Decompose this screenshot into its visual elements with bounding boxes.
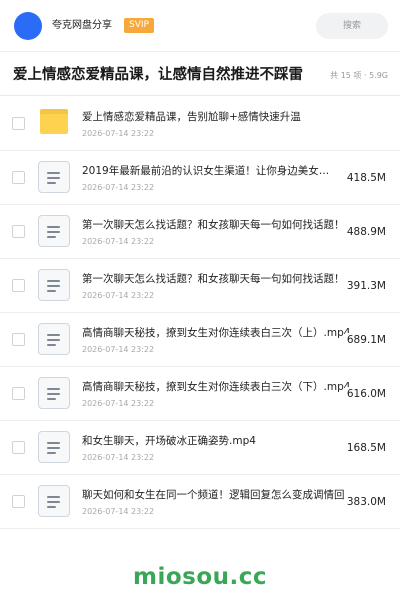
search-input[interactable]: 搜索: [316, 13, 388, 39]
file-size: 418.5M: [344, 171, 386, 185]
list-item[interactable]: 第一次聊天怎么找话题？和女孩聊天每一句如何找话题！ 2026-07-14 23:…: [0, 259, 400, 313]
select-checkbox[interactable]: [12, 495, 25, 508]
list-item[interactable]: 2026-07-14 23:22 2019年最新最前沿的认识女生渠道！让你身边美…: [0, 151, 400, 205]
file-size: 689.1M: [344, 333, 386, 347]
file-name: 2019年最新最前沿的认识女生渠道！让你身边美女…: [82, 165, 330, 177]
file-size: 391.3M: [344, 279, 386, 293]
document-icon: [38, 485, 70, 517]
share-meta: 共 15 项 · 5.9G: [330, 71, 388, 80]
file-size: 383.0M: [344, 495, 386, 509]
svip-badge: SVIP: [124, 18, 154, 33]
file-size: 616.0M: [344, 387, 386, 401]
file-name: 聊天如何和女生在同一个频道！逻辑回复怎么变成调情回…: [82, 489, 355, 501]
file-name: 爱上情感恋爱精品课，告别尬聊+感情快速升温: [82, 111, 301, 123]
file-name: 第一次聊天怎么找话题？和女孩聊天每一句如何找话题！: [82, 273, 345, 285]
document-icon: [38, 215, 70, 247]
file-date: 2026-07-14 23:22: [82, 129, 155, 138]
document-icon: [38, 161, 70, 193]
file-name: 高情商聊天秘技，撩到女生对你连续表白三次（上）.mp4: [82, 327, 351, 339]
sharer-name: 夸克网盘分享: [52, 20, 112, 31]
file-name: 第一次聊天怎么找话题？和女孩聊天每一句如何找话题！: [82, 219, 345, 231]
app-header: 夸克网盘分享 SVIP 搜索: [0, 0, 400, 52]
list-item[interactable]: 爱上情感恋爱精品课，告别尬聊+感情快速升温 2026-07-14 23:22: [0, 97, 400, 151]
file-name: 和女生聊天，开场破冰正确姿势.mp4: [82, 435, 256, 447]
document-icon: [38, 431, 70, 463]
file-date: 2026-07-14 23:22: [82, 507, 155, 516]
share-title-bar: 爱上情感恋爱精品课，让感情自然推进不踩雷 共 15 项 · 5.9G: [0, 52, 400, 96]
file-name: 高情商聊天秘技，撩到女生对你连续表白三次（下）.mp4: [82, 381, 351, 393]
select-checkbox[interactable]: [12, 387, 25, 400]
select-checkbox[interactable]: [12, 441, 25, 454]
select-checkbox[interactable]: [12, 225, 25, 238]
file-date: 2026-07-14 23:22: [82, 399, 155, 408]
select-checkbox[interactable]: [12, 171, 25, 184]
document-icon: [38, 323, 70, 355]
list-item[interactable]: 聊天如何和女生在同一个频道！逻辑回复怎么变成调情回… 2026-07-14 23…: [0, 475, 400, 529]
document-icon: [38, 269, 70, 301]
file-size: 168.5M: [344, 441, 386, 455]
list-item[interactable]: 高情商聊天秘技，撩到女生对你连续表白三次（上）.mp4 2026-07-14 2…: [0, 313, 400, 367]
list-item[interactable]: 第一次聊天怎么找话题？和女孩聊天每一句如何找话题！ 2026-07-14 23:…: [0, 205, 400, 259]
avatar[interactable]: [14, 12, 42, 40]
select-checkbox[interactable]: [12, 333, 25, 346]
file-date: 2026-07-14 23:22: [82, 345, 155, 354]
select-checkbox[interactable]: [12, 117, 25, 130]
list-item[interactable]: 高情商聊天秘技，撩到女生对你连续表白三次（下）.mp4 2026-07-14 2…: [0, 367, 400, 421]
page-title: 爱上情感恋爱精品课，让感情自然推进不踩雷: [13, 67, 303, 83]
select-checkbox[interactable]: [12, 279, 25, 292]
folder-icon: [40, 109, 68, 134]
site-watermark: miosou.cc: [132, 564, 268, 590]
file-size: 488.9M: [344, 225, 386, 239]
list-item[interactable]: 和女生聊天，开场破冰正确姿势.mp4 2026-07-14 23:22 168.…: [0, 421, 400, 475]
document-icon: [38, 377, 70, 409]
file-date: 2026-07-14 23:22: [82, 291, 155, 300]
file-date: 2026-07-14 23:22: [82, 237, 155, 246]
file-date: 2026-07-14 23:22: [82, 453, 155, 462]
